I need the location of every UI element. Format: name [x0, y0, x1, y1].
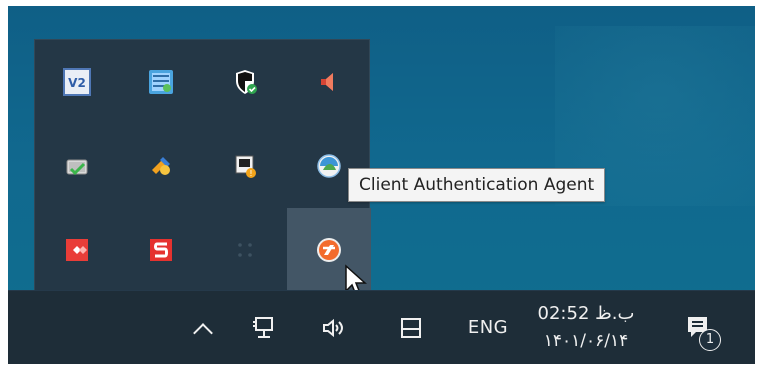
svg-text:!: !	[249, 169, 252, 178]
tray-item-windows-security[interactable]	[203, 40, 287, 124]
network-map-icon	[147, 68, 175, 96]
empty-slot-icon	[231, 236, 259, 264]
notification-count-badge: 1	[699, 328, 721, 351]
network-button[interactable]	[243, 291, 285, 364]
tray-item-network-map[interactable]	[119, 40, 203, 124]
clock-button[interactable]: 02:52 ب.ظ ۱۴۰۱/۰۶/۱۴	[536, 291, 636, 364]
tray-item-v2[interactable]: V2	[35, 40, 119, 124]
touch-keyboard-button[interactable]	[390, 291, 432, 364]
tray-item-empty[interactable]	[203, 208, 287, 292]
tray-item-shield-warning[interactable]: !	[203, 124, 287, 208]
hidden-icons-flyout: V2 !	[34, 39, 371, 292]
tray-item-client-authentication-agent[interactable]	[287, 208, 371, 292]
action-center-button[interactable]: 1	[676, 291, 721, 364]
windows-security-shield-icon	[231, 68, 259, 96]
s-app-icon	[147, 236, 175, 264]
clock-time: 02:52 ب.ظ	[537, 303, 635, 325]
volume-icon	[319, 314, 347, 342]
network-icon	[250, 314, 278, 342]
clock-date: ۱۴۰۱/۰۶/۱۴	[543, 331, 629, 352]
speaker-icon	[315, 68, 343, 96]
globe-icon	[315, 152, 343, 180]
shield-warning-icon: !	[231, 152, 259, 180]
taskbar: ENG 02:52 ب.ظ ۱۴۰۱/۰۶/۱۴ 1	[8, 290, 755, 364]
show-hidden-icons-button[interactable]	[186, 291, 220, 364]
tray-item-tools[interactable]	[119, 124, 203, 208]
client-authentication-agent-icon	[315, 236, 343, 264]
anydesk-icon	[63, 236, 91, 264]
tray-item-s-app[interactable]	[119, 208, 203, 292]
desktop-window: V2 ! Client Authentication Agent ENG 02:…	[8, 6, 755, 364]
tray-item-anydesk[interactable]	[35, 208, 119, 292]
clock: 02:52 ب.ظ ۱۴۰۱/۰۶/۱۴	[538, 304, 635, 350]
tray-item-battery-check[interactable]	[35, 124, 119, 208]
tray-item-speaker[interactable]	[287, 40, 371, 124]
tray-tooltip: Client Authentication Agent	[348, 168, 606, 202]
volume-button[interactable]	[312, 291, 354, 364]
language-indicator[interactable]: ENG	[460, 291, 516, 364]
tools-icon	[147, 152, 175, 180]
touch-keyboard-icon	[397, 314, 425, 342]
action-center-icon: 1	[683, 313, 721, 351]
svg-text:V2: V2	[68, 76, 86, 90]
battery-check-icon	[63, 152, 91, 180]
v2-app-icon: V2	[63, 68, 91, 96]
language-label: ENG	[467, 317, 509, 338]
chevron-up-icon	[193, 322, 213, 343]
